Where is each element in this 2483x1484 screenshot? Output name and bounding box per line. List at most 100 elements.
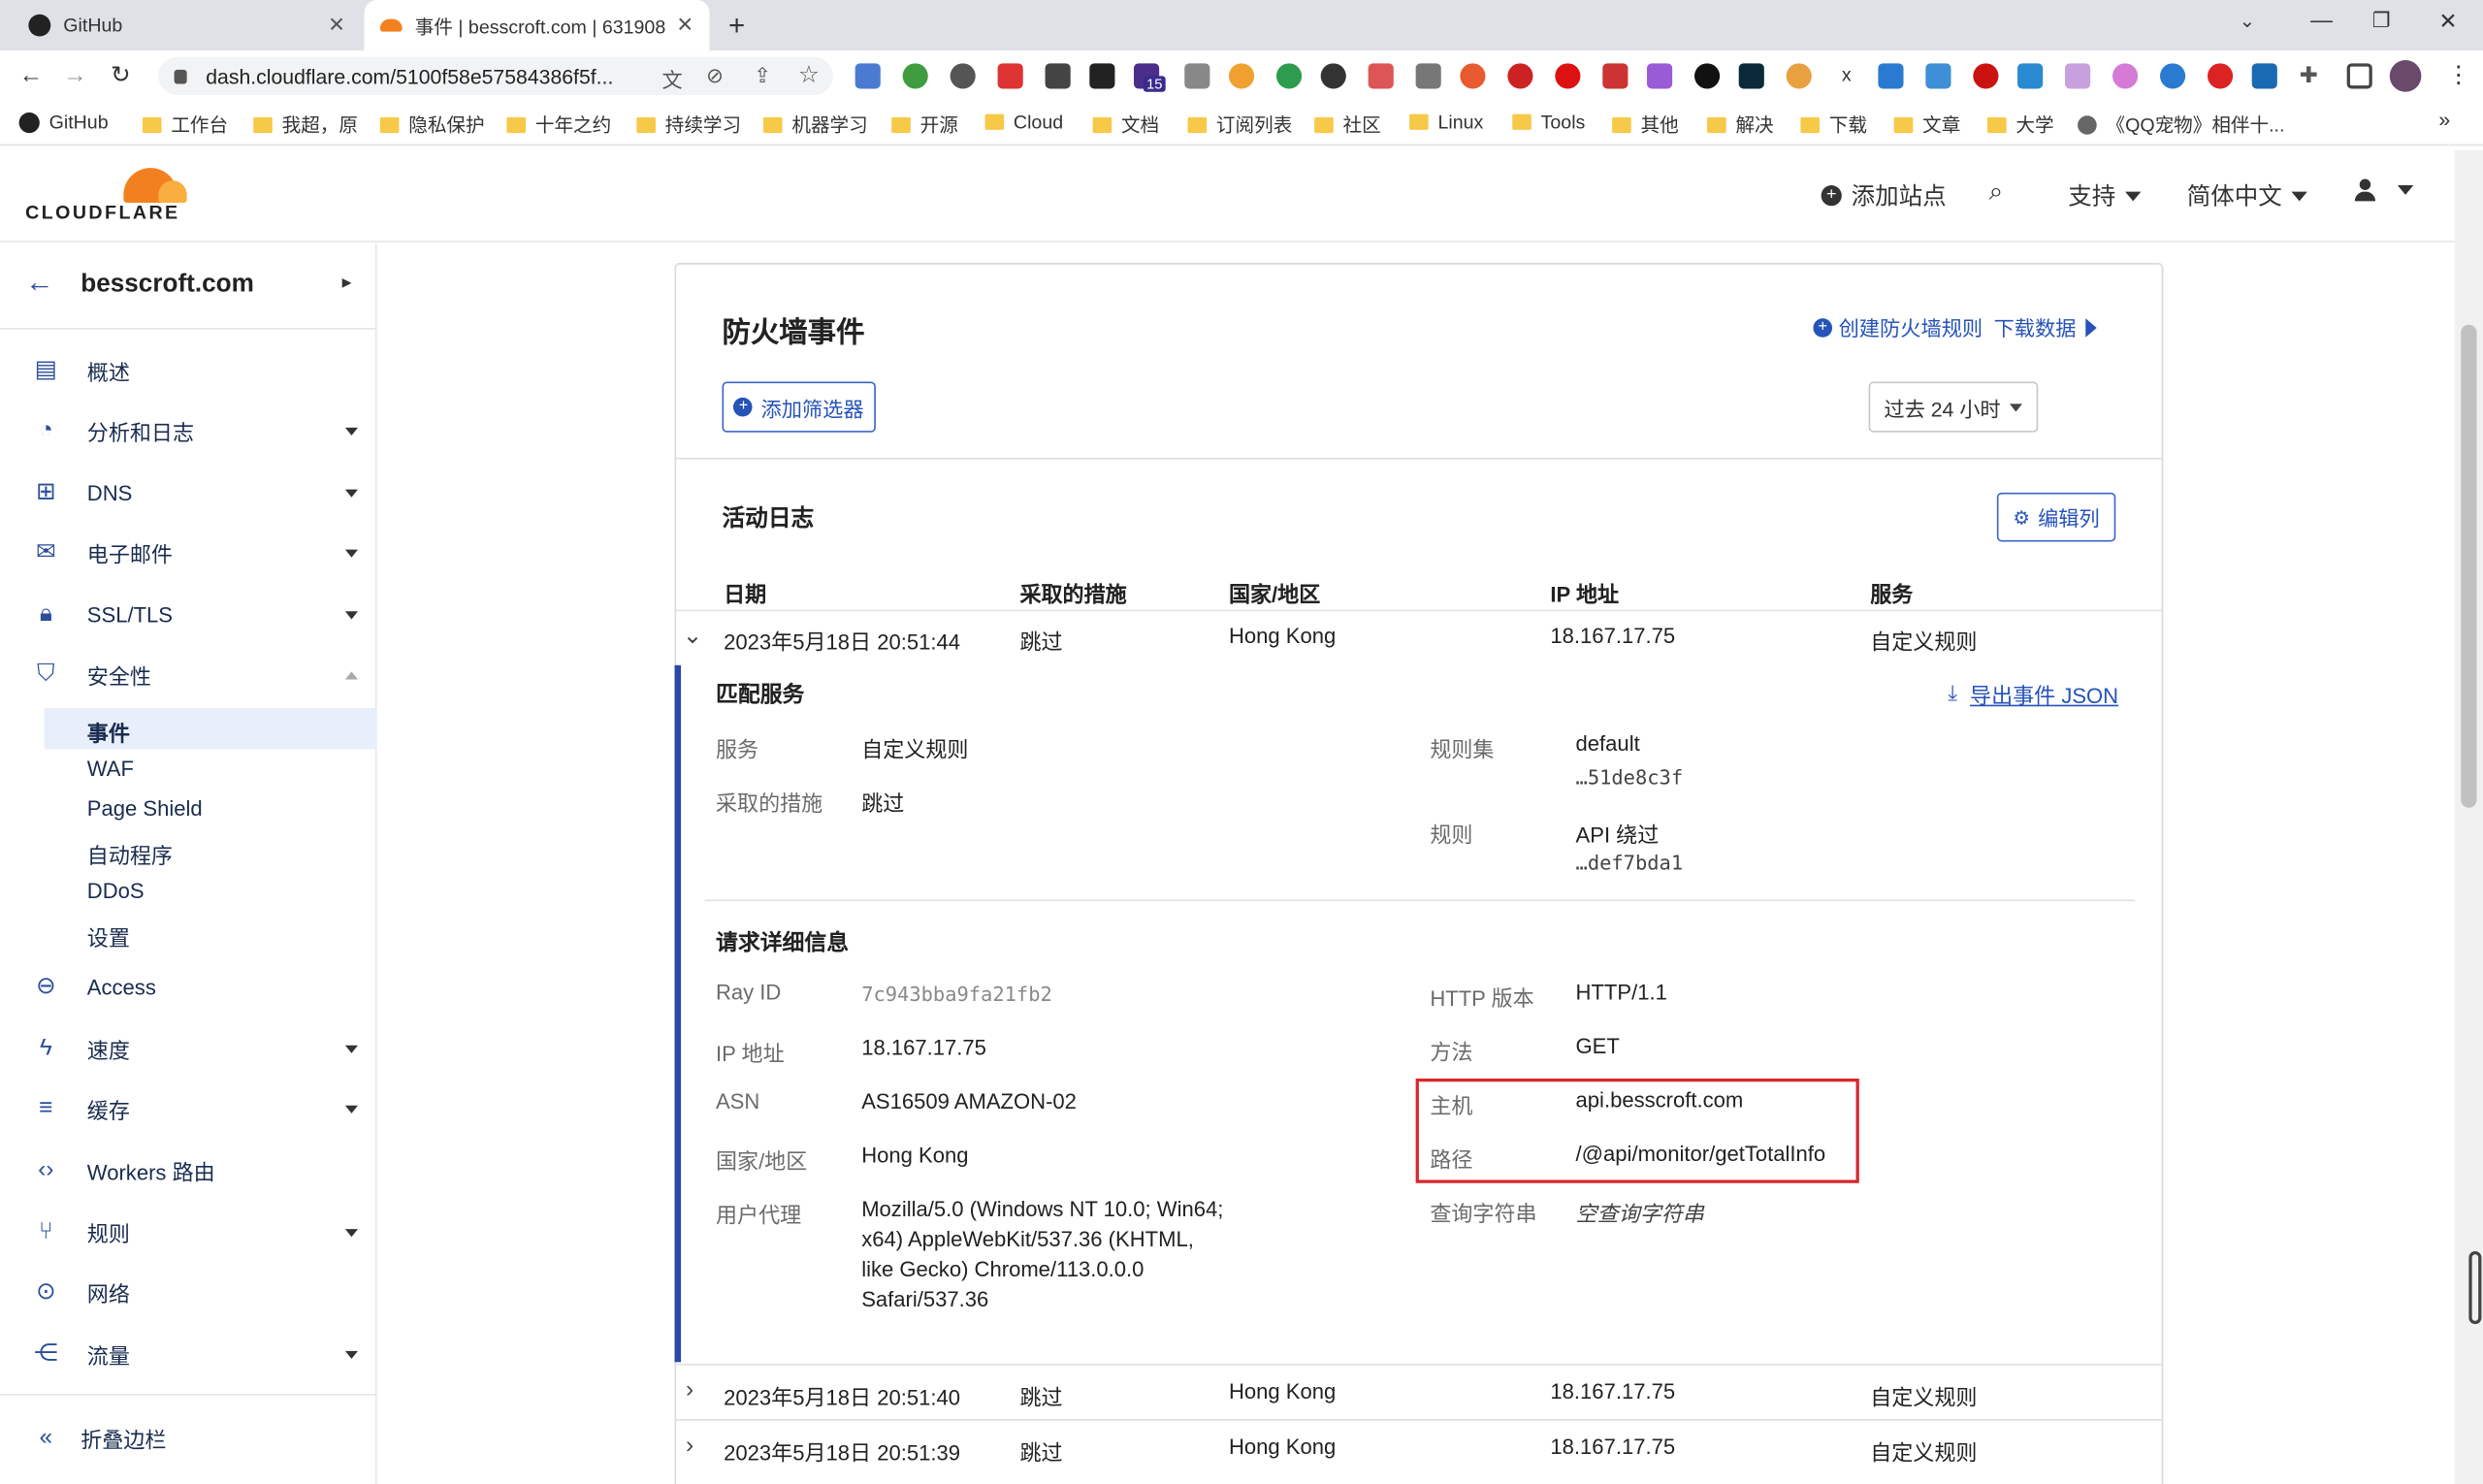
bookmark-folder[interactable]: Tools [1512,111,1585,133]
menu-icon[interactable]: ⋮ [2447,60,2470,89]
search-icon[interactable]: ⌕ [1989,179,2004,208]
nav-security-page-shield[interactable]: Page Shield [87,796,203,820]
extension-icon[interactable] [1275,63,1303,89]
bookmark-folder[interactable]: 文档 [1092,111,1159,138]
extension-icon[interactable] [2112,63,2139,89]
bookmark-qq[interactable]: 《QQ宠物》相伴十... [2078,111,2284,138]
nav-cache[interactable]: ≡ 缓存 [0,1083,377,1134]
extension-icon[interactable] [1368,63,1394,89]
translate-icon[interactable]: 文 [661,63,682,93]
extension-icon[interactable] [1878,63,1904,89]
extension-icon[interactable] [950,63,976,89]
extension-icon[interactable] [2017,63,2044,89]
tab-github[interactable]: GitHub ✕ [13,0,361,50]
nav-ssl[interactable]: 🔒︎ SSL/TLS [0,589,377,639]
bookmark-folder[interactable]: 我超，原 [253,111,358,138]
bookmark-folder[interactable]: 大学 [1987,111,2054,138]
chevron-right-icon[interactable]: › [686,1376,693,1403]
extension-icon[interactable] [1647,63,1673,89]
extension-icon[interactable] [1415,63,1441,89]
edit-columns-button[interactable]: ⚙ 编辑列 [1996,492,2116,542]
bookmark-folder[interactable]: 解决 [1707,111,1774,138]
nav-security-waf[interactable]: WAF [87,758,134,781]
bookmark-github[interactable]: GitHub [18,111,109,133]
extension-icon[interactable] [1738,63,1764,89]
table-row[interactable]: ⌄ 2023年5月18日 20:51:44 跳过 Hong Kong 18.16… [676,611,2161,661]
bookmark-folder[interactable]: Linux [1409,111,1483,133]
extension-icon[interactable] [2251,63,2277,89]
cloudflare-logo[interactable]: CLOUDFLARE [25,165,187,223]
nav-overview[interactable]: ▤ 概述 [0,345,377,396]
column-header-service[interactable]: 服务 [1870,576,1913,608]
back-icon[interactable]: ← [19,62,43,89]
column-header-action[interactable]: 采取的措施 [1019,576,1126,608]
nav-network[interactable]: ⊙ 网络 [0,1267,377,1317]
bookmark-folder[interactable]: 下载 [1800,111,1867,138]
forward-icon[interactable]: → [63,62,86,89]
bookmark-folder[interactable]: 社区 [1314,111,1381,138]
extension-icon[interactable] [2207,63,2234,89]
bookmark-folder[interactable]: 文章 [1893,111,1960,138]
nav-dns[interactable]: ⊞ DNS [0,468,377,518]
nav-security-ddos[interactable]: DDoS [87,879,145,902]
extension-icon[interactable] [1045,63,1071,89]
chevron-down-icon[interactable]: ⌄ [683,621,703,650]
create-firewall-rule-link[interactable]: + 创建防火墙规则 [1813,312,1983,342]
nav-security[interactable]: ⛉ 安全性 [0,649,377,699]
bookmark-folder[interactable]: 隐私保护 [379,111,485,138]
nav-security-settings[interactable]: 设置 [87,920,130,952]
reload-icon[interactable]: ↻ [111,60,131,89]
share-icon[interactable]: ⇪ [754,63,771,88]
nav-email[interactable]: ✉ 电子邮件 [0,528,377,578]
eye-off-icon[interactable]: ⊘ [706,63,724,88]
tab-search-icon[interactable]: ⌄ [2240,10,2255,32]
bookmark-folder[interactable]: 持续学习 [636,111,741,138]
export-json-link[interactable]: ⤓ 导出事件 JSON [1948,678,2118,710]
bookmark-folder[interactable]: 工作台 [142,111,228,138]
extension-icon[interactable] [1228,63,1255,89]
nav-rules[interactable]: ⑂ 规则 [0,1207,377,1257]
url-bar[interactable]: dash.cloudflare.com/5100f58e57584386f5f.… [158,56,833,95]
nav-security-events[interactable]: 事件 [87,716,130,748]
extension-icon[interactable] [1693,63,1721,89]
restore-icon[interactable]: ❐ [2372,8,2391,33]
language-menu[interactable]: 简体中文 [2187,179,2307,212]
extension-icon[interactable] [997,63,1023,89]
table-row[interactable]: › 2023年5月18日 20:51:39 跳过 Hong Kong 18.16… [676,1421,2161,1475]
nav-traffic[interactable]: ⋲ 流量 [0,1329,377,1379]
column-header-date[interactable]: 日期 [724,576,766,608]
extension-icon[interactable] [1925,63,1951,89]
bookmark-folder[interactable]: 机器学习 [762,111,868,138]
nav-workers-routes[interactable]: ‹› Workers 路由 [0,1145,377,1196]
extension-icon[interactable] [2160,63,2186,89]
bookmark-folder[interactable]: Cloud [984,111,1063,133]
extension-icon[interactable]: x [1833,63,1859,89]
close-icon[interactable]: ✕ [328,13,345,38]
scrollbar-thumb[interactable] [2461,324,2477,808]
bookmark-folder[interactable]: 十年之约 [506,111,611,138]
puzzle-icon[interactable]: ✚ [2300,62,2318,89]
column-header-country[interactable]: 国家/地区 [1229,576,1320,608]
extension-icon[interactable] [1786,63,1812,89]
profile-avatar[interactable] [2389,60,2422,92]
extension-icon[interactable] [1089,63,1115,89]
nav-security-bots[interactable]: 自动程序 [87,838,173,870]
extension-icon[interactable] [1320,63,1346,89]
add-site-button[interactable]: + 添加站点 [1821,179,1947,212]
extension-icon[interactable] [1184,63,1210,89]
window-close-icon[interactable]: ✕ [2438,8,2457,35]
extension-icon[interactable] [1973,63,1999,89]
download-data-link[interactable]: 下载数据 [1994,312,2097,342]
site-selector[interactable]: ← besscroft.com ▸ [0,243,377,330]
table-row[interactable]: › 2023年5月18日 20:51:40 跳过 Hong Kong 18.16… [676,1366,2161,1420]
time-range-select[interactable]: 过去 24 小时 [1868,381,2039,433]
nav-access[interactable]: ⊖ Access [0,961,377,1012]
bookmark-folder[interactable]: 开源 [891,111,958,138]
chevron-right-icon[interactable]: › [686,1432,693,1459]
nav-speed[interactable]: ϟ 速度 [0,1023,377,1074]
bookmark-folder[interactable]: 订阅列表 [1187,111,1292,138]
user-menu[interactable] [2353,178,2414,202]
minimize-icon[interactable]: — [2310,7,2333,32]
extension-icon[interactable] [2065,63,2091,89]
column-header-ip[interactable]: IP 地址 [1550,576,1619,608]
